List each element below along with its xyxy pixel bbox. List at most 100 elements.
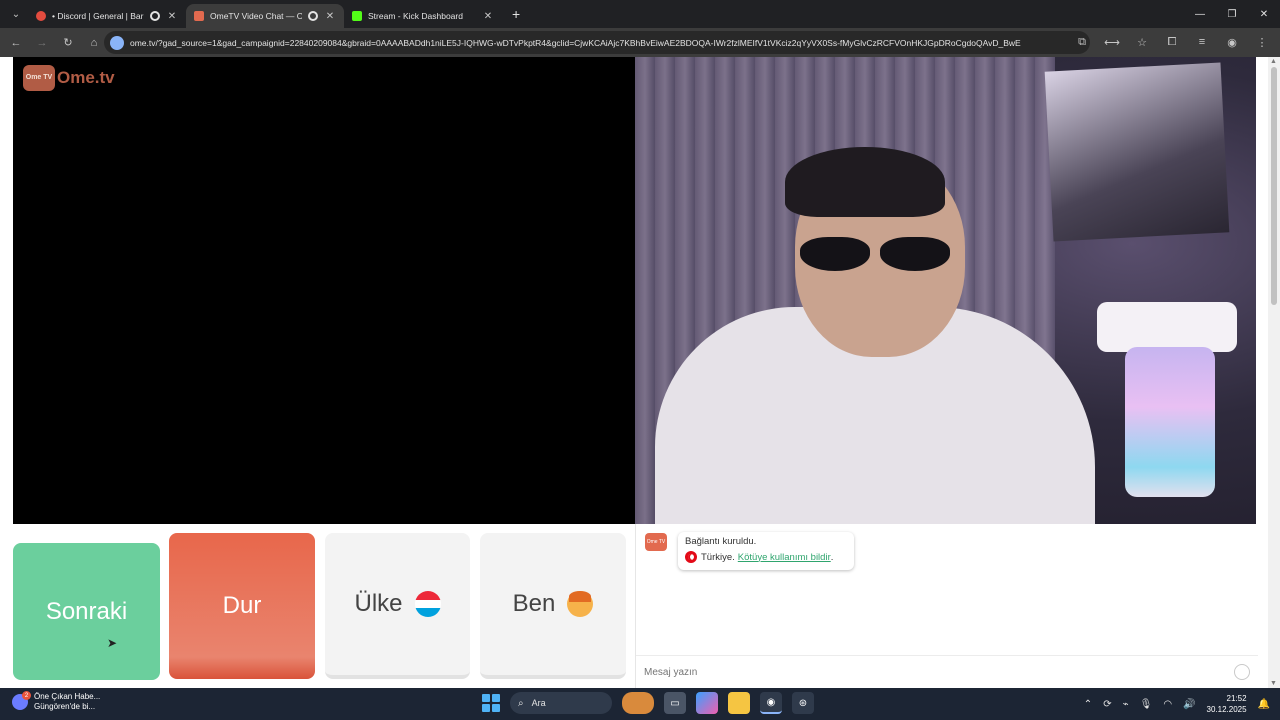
microphone-icon[interactable]: 🎙 — [1140, 699, 1153, 710]
scroll-up-arrow-icon[interactable]: ▲ — [1270, 58, 1277, 65]
notification-bell-icon[interactable]: 🔔 — [1258, 699, 1270, 710]
stop-button-label: Dur — [222, 592, 262, 619]
emoji-smiley-icon[interactable] — [1234, 664, 1250, 680]
system-message-bubble: Bağlantı kuruldu. Türkiye. Kötüye kullan… — [678, 532, 854, 570]
menu-kebab-icon[interactable]: ⋮ — [1250, 30, 1274, 54]
ometv-chat-avatar-icon: Ome TV — [645, 533, 667, 551]
profile-avatar-icon[interactable]: ◉ — [1220, 30, 1244, 54]
tab-ometv[interactable]: OmeTV Video Chat — Ome ✕ — [186, 4, 344, 28]
luxembourg-flag-icon — [414, 591, 441, 617]
network-icon[interactable]: ⌁ — [1123, 699, 1129, 710]
ometv-favicon-icon — [194, 11, 204, 21]
next-button[interactable]: Sonraki — [13, 543, 160, 680]
volume-icon[interactable]: 🔊 — [1183, 699, 1195, 710]
taskbar-search[interactable]: ⌕ Ara — [510, 692, 612, 714]
self-camera-video — [635, 57, 1256, 524]
tab-title: Stream - Kick Dashboard — [368, 11, 463, 21]
close-tab-icon[interactable]: ✕ — [324, 11, 336, 22]
report-suffix: . — [830, 551, 834, 563]
close-tab-icon[interactable]: ✕ — [482, 11, 494, 22]
news-badge: 2 — [22, 691, 31, 700]
message-input-bar — [636, 655, 1258, 688]
tab-kick[interactable]: Stream - Kick Dashboard ✕ — [344, 4, 502, 28]
next-button-label: Sonraki — [45, 597, 128, 625]
translate-icon[interactable]: ⟷ — [1100, 30, 1124, 54]
system-tray: ⌃ ⟳ ⌁ 🎙 ◠ 🔊 21:52 30.12.2025 🔔 — [1084, 688, 1270, 720]
wall-poster — [1044, 62, 1230, 242]
search-placeholder: Ara — [531, 698, 546, 708]
close-tab-icon[interactable]: ✕ — [166, 11, 178, 22]
person-hair — [785, 147, 945, 217]
back-arrow-icon[interactable]: ← — [4, 31, 28, 55]
ometv-logo-text: Ome.tv — [57, 68, 115, 87]
url-text[interactable]: ome.tv/?gad_source=1&gad_campaignid=2284… — [130, 38, 1090, 48]
scrollbar-thumb[interactable] — [1271, 67, 1277, 305]
browser-tab-strip: ⌄ • Discord | General | Barış Ö ✕ OmeTV … — [0, 0, 1280, 28]
page-scrollbar[interactable]: ▲ ▼ — [1268, 57, 1280, 688]
home-icon[interactable]: ⌂ — [82, 31, 106, 55]
media-controls-icon[interactable]: ≡ — [1190, 30, 1214, 54]
me-button-label: Ben — [512, 590, 556, 617]
report-abuse-link[interactable]: Kötüye kullanımı bildir — [738, 552, 831, 563]
install-app-icon[interactable]: ⧉ — [1070, 30, 1094, 54]
tab-title: OmeTV Video Chat — Ome — [210, 11, 302, 21]
scroll-down-arrow-icon[interactable]: ▼ — [1270, 680, 1277, 687]
taskbar-apps: ⌕ Ara ▭ ◉ ⊛ — [482, 692, 814, 714]
country-button-label: Ülke — [354, 590, 403, 617]
chrome-icon[interactable]: ◉ — [760, 692, 782, 714]
desk-light — [1097, 302, 1237, 352]
tray-overflow-chevron-icon[interactable]: ⌃ — [1084, 699, 1092, 710]
ometv-page: Ome TV Ome.tv Sonraki ➤ Dur Ülke Ben Ome… — [0, 57, 1280, 688]
stranger-video: Ome TV Ome.tv — [13, 57, 635, 524]
chat-panel: Ome TV Bağlantı kuruldu. Türkiye. Kötüye… — [635, 524, 1258, 688]
windows-taskbar: 2 Öne Çıkan Habe... Güngören'de bi... ⌕ … — [0, 688, 1280, 720]
audio-playing-icon[interactable] — [150, 11, 160, 21]
tab-search-chevron-icon[interactable]: ⌄ — [4, 4, 28, 24]
stop-button[interactable]: Dur — [169, 533, 315, 679]
rgb-light-glow — [1125, 347, 1215, 497]
forward-arrow-icon[interactable]: → — [30, 31, 54, 55]
widgets-icon: 2 — [12, 691, 31, 710]
extensions-icon[interactable]: ⧠ — [1160, 30, 1184, 54]
task-view-icon[interactable]: ▭ — [664, 692, 686, 714]
address-bar[interactable]: ome.tv/?gad_source=1&gad_campaignid=2284… — [104, 31, 1090, 54]
window-controls: — ❐ ✕ — [1184, 0, 1280, 28]
search-icon: ⌕ — [518, 697, 524, 709]
tab-title: • Discord | General | Barış Ö — [52, 11, 144, 21]
clock-date: 30.12.2025 — [1206, 705, 1247, 714]
browser-toolbar: ← → ↻ ⌂ ome.tv/?gad_source=1&gad_campaig… — [0, 28, 1280, 57]
file-explorer-icon[interactable] — [728, 692, 750, 714]
connection-status-text: Bağlantı kuruldu. — [685, 536, 757, 547]
widget-food-icon[interactable] — [622, 692, 654, 714]
new-tab-plus-icon[interactable]: + — [512, 6, 520, 22]
kick-favicon-icon — [352, 11, 362, 21]
ometv-logo: Ome TV Ome.tv — [23, 65, 115, 91]
copilot-icon[interactable] — [696, 692, 718, 714]
partner-country-text: Türkiye. — [701, 551, 735, 563]
windows-start-icon[interactable] — [482, 694, 500, 712]
minimize-icon[interactable]: — — [1184, 0, 1216, 28]
reload-icon[interactable]: ↻ — [56, 31, 80, 55]
restore-icon[interactable]: ❐ — [1216, 0, 1248, 28]
sync-icon[interactable]: ⟳ — [1103, 699, 1111, 710]
message-input[interactable] — [644, 666, 1204, 678]
mouse-cursor-icon: ➤ — [107, 636, 118, 650]
wifi-icon[interactable]: ◠ — [1163, 699, 1172, 710]
gender-me-button[interactable]: Ben — [480, 533, 626, 679]
tab-discord[interactable]: • Discord | General | Barış Ö ✕ — [28, 4, 186, 28]
site-info-icon[interactable] — [110, 35, 124, 50]
clock-time: 21:52 — [1226, 694, 1247, 703]
country-filter-button[interactable]: Ülke — [325, 533, 470, 679]
ometv-logo-icon: Ome TV — [23, 65, 55, 91]
discord-favicon-icon — [36, 11, 46, 21]
turkey-flag-icon — [685, 551, 697, 563]
sunglasses — [800, 237, 950, 271]
toolbar-actions: ⧉ ⟷ ☆ ⧠ ≡ ◉ ⋮ — [1070, 30, 1274, 54]
news-headline-1: Öne Çıkan Habe... — [34, 692, 101, 701]
clock[interactable]: 21:52 30.12.2025 — [1207, 693, 1247, 715]
close-window-icon[interactable]: ✕ — [1248, 0, 1280, 28]
news-widget[interactable]: 2 Öne Çıkan Habe... Güngören'de bi... — [12, 691, 101, 712]
audio-playing-icon[interactable] — [308, 11, 318, 21]
bookmark-star-icon[interactable]: ☆ — [1130, 30, 1154, 54]
steam-icon[interactable]: ⊛ — [792, 692, 814, 714]
